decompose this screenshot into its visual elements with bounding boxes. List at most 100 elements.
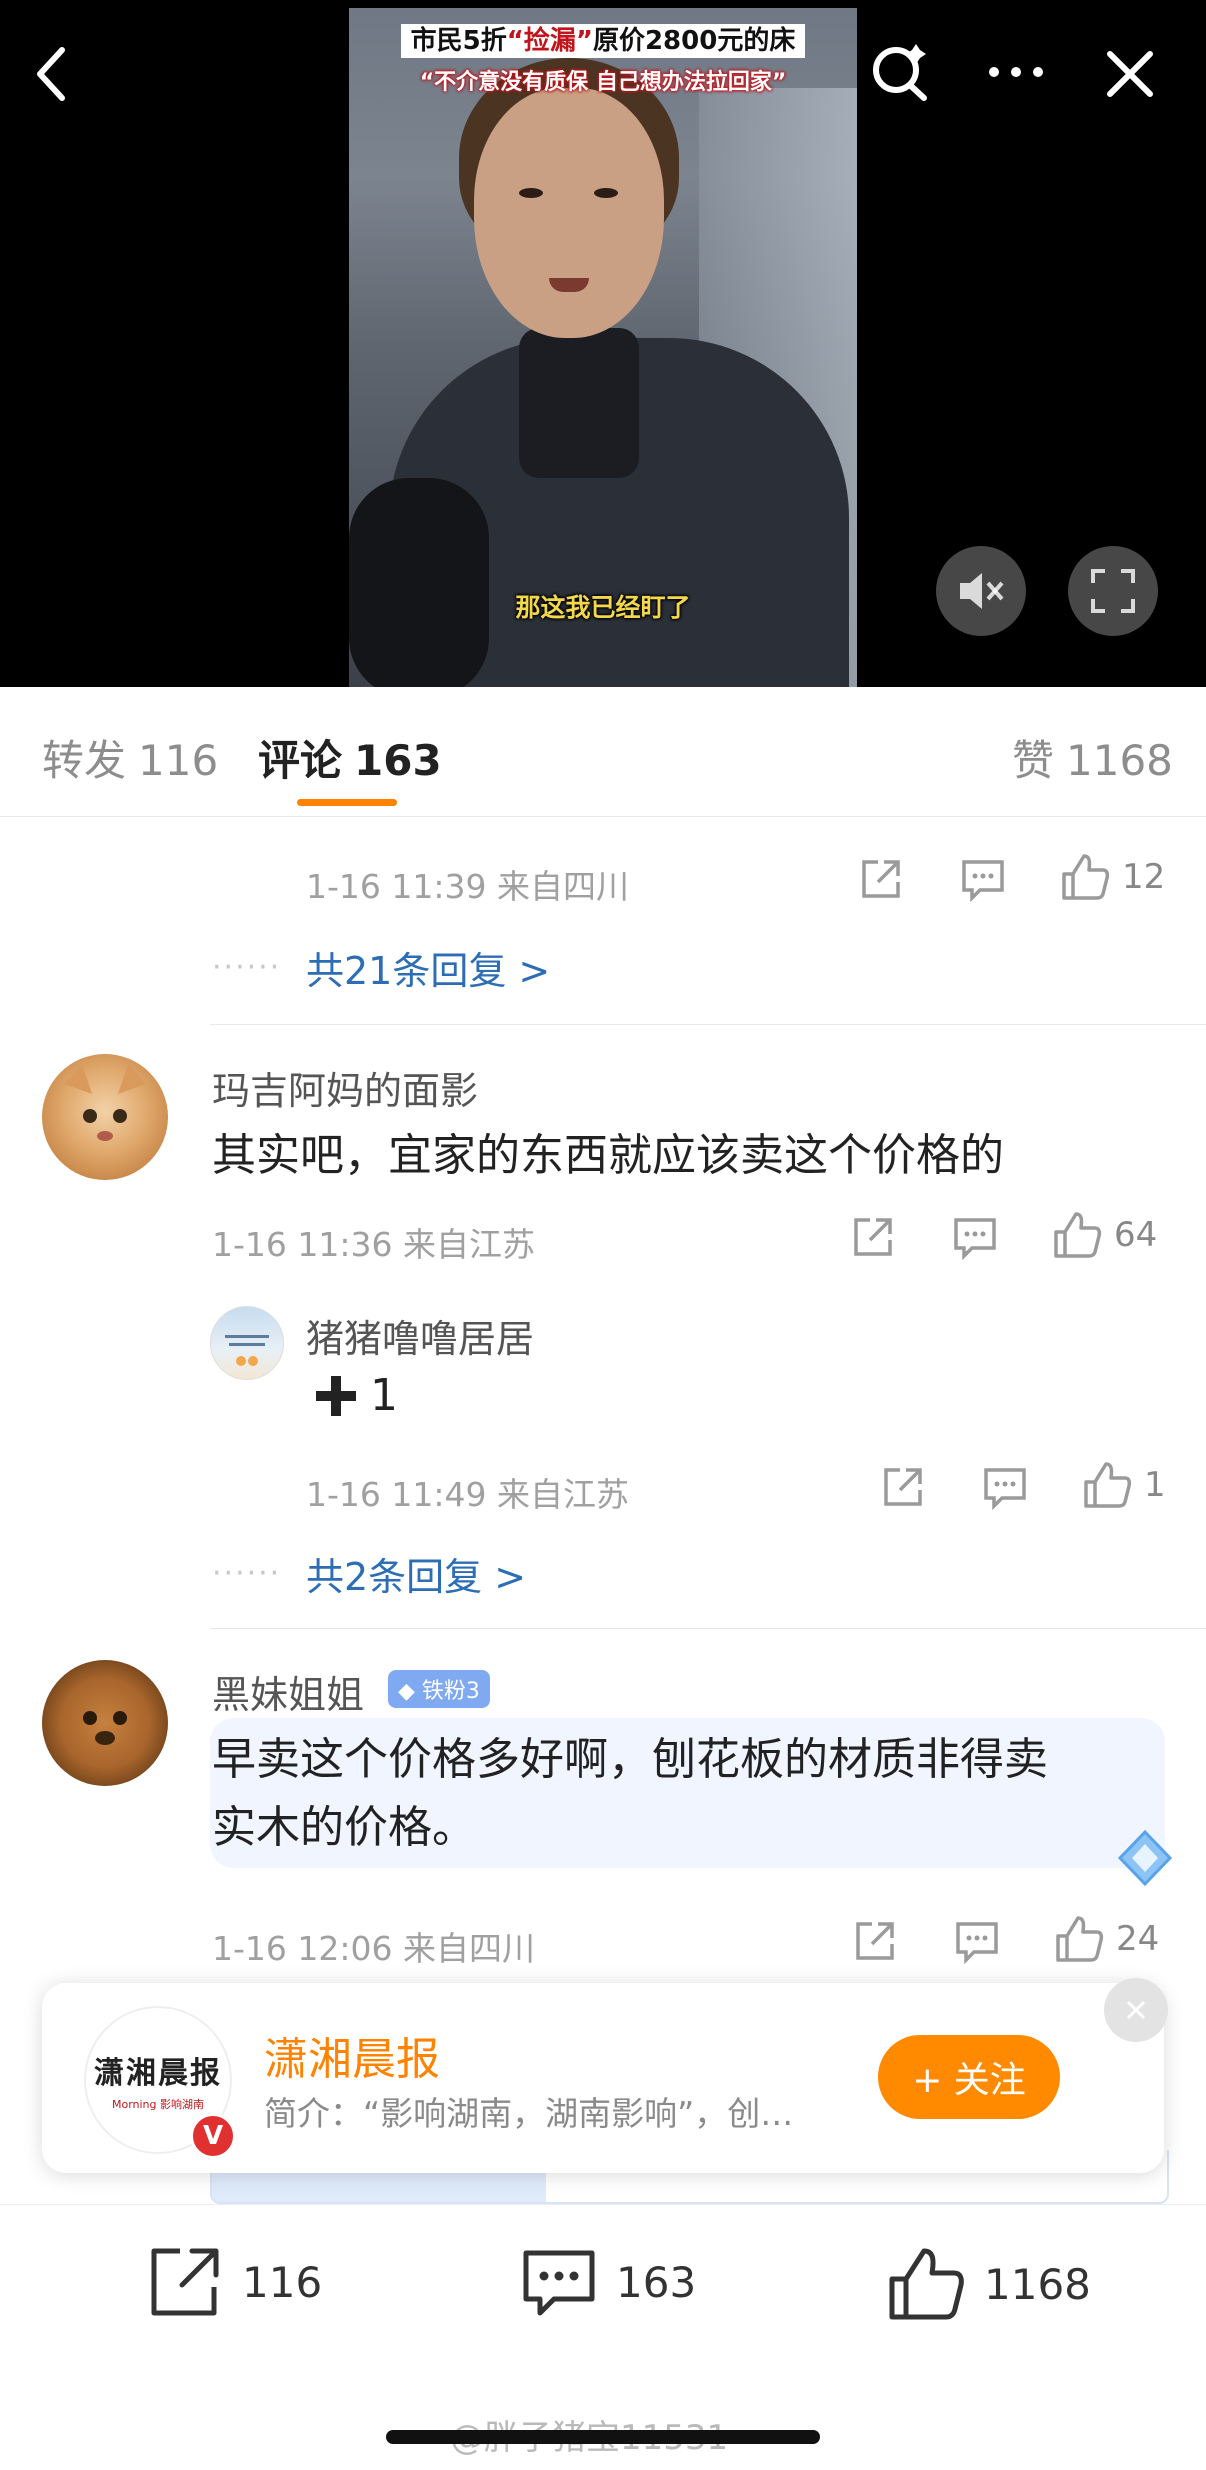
reply-comment-button[interactable]: [982, 1464, 1028, 1510]
comment-text-line: 实木的价格。: [212, 1802, 476, 1853]
comment-meta: 1-16 12:06 来自四川: [212, 1929, 535, 1968]
share-icon: [862, 860, 900, 898]
video-caption: 那这我已经盯了: [515, 593, 691, 622]
comment-button[interactable]: 163: [520, 2245, 696, 2319]
comment-text-line: 早卖这个价格多好啊，刨花板的材质非得卖: [212, 1734, 1048, 1785]
back-button[interactable]: [20, 42, 84, 106]
follow-button[interactable]: + 关注: [878, 2035, 1060, 2119]
divider: [210, 1024, 1206, 1025]
comment-count: 163: [616, 2257, 697, 2307]
close-card-button[interactable]: [1104, 1978, 1168, 2042]
comment-icon: [523, 2250, 595, 2316]
comment-icon: [984, 1468, 1026, 1510]
avatar[interactable]: [42, 1054, 168, 1180]
like-comment-button[interactable]: 12: [1060, 852, 1165, 902]
back-arrow-icon: [37, 47, 65, 101]
like-comment-button[interactable]: 64: [1052, 1210, 1157, 1260]
like-button[interactable]: 1168: [886, 2245, 1091, 2323]
avatar[interactable]: [42, 1660, 168, 1786]
repost-count: 116: [242, 2257, 323, 2307]
like-count: 64: [1114, 1215, 1158, 1255]
like-comment-button[interactable]: 1: [1082, 1460, 1166, 1510]
reply-meta: 1-16 11:49 来自江苏: [306, 1475, 629, 1514]
follow-card[interactable]: 潇湘晨报 Morning 影响湖南 V 潇湘晨报 简介：“影响湖南，湖南影响”，…: [42, 1983, 1164, 2173]
sky-avatar-icon: [225, 1335, 269, 1366]
share-comment-button[interactable]: [880, 1464, 926, 1510]
fan-badge-label: 铁粉3: [421, 1679, 480, 1704]
thumbs-up-icon: [1062, 854, 1110, 900]
repost-icon: [151, 2248, 219, 2316]
active-tab-indicator: [297, 799, 397, 806]
diamond-icon: [1117, 1829, 1173, 1887]
like-count: 1: [1144, 1465, 1166, 1505]
tab-likes[interactable]: 赞 1168: [1012, 727, 1173, 788]
more-replies-dots: ······: [212, 950, 282, 985]
person-face: [474, 88, 664, 338]
reply-comment-button[interactable]: [954, 1918, 1000, 1964]
tab-reposts[interactable]: 转发 116: [42, 727, 218, 788]
like-count: 24: [1116, 1919, 1160, 1959]
share-icon: [854, 1218, 892, 1256]
reply-text-value: 1: [370, 1370, 398, 1421]
thumbs-up-icon: [1054, 1212, 1102, 1258]
close-icon: [1126, 2000, 1146, 2020]
reply-author[interactable]: 猪猪噜噜居居: [306, 1308, 534, 1363]
reply-meta: 1-16 11:39 来自四川: [306, 867, 629, 906]
diamond-decoration: [1112, 1828, 1178, 1892]
view-more-replies-link[interactable]: 共21条回复 >: [306, 940, 550, 995]
thumbs-up-icon: [1056, 1916, 1104, 1962]
like-count: 12: [1122, 857, 1166, 897]
share-comment-button[interactable]: [852, 1918, 898, 1964]
home-indicator[interactable]: [386, 2430, 820, 2444]
view-more-replies-link[interactable]: 共2条回复 >: [306, 1546, 526, 1601]
close-icon: [1107, 51, 1153, 97]
verified-badge-icon: V: [190, 2113, 236, 2159]
thumbs-up-icon: [1084, 1462, 1132, 1508]
video-subtitle: “不介意没有质保 自己想办法拉回家”: [419, 70, 787, 95]
share-icon: [884, 1468, 922, 1506]
account-name[interactable]: 潇湘晨报: [264, 2023, 440, 2087]
mute-button[interactable]: [936, 546, 1026, 636]
comment-icon: [954, 1218, 996, 1260]
bottom-action-bar: 116 163 1168 @胖子猪宝11531: [0, 2204, 1206, 2470]
more-replies-dots: ······: [212, 1556, 282, 1591]
foreground-hand: [349, 478, 489, 687]
tab-comments[interactable]: 评论 163: [258, 727, 442, 788]
share-comment-button[interactable]: [858, 856, 904, 902]
close-button[interactable]: [1098, 42, 1162, 106]
video-player[interactable]: 市民5折“捡漏”原价2800元的床 “不介意没有质保 自己想办法拉回家” 那这我…: [0, 0, 1206, 687]
plus-emoji-icon: [316, 1375, 356, 1416]
thumbs-up-icon: [889, 2248, 964, 2320]
search-icon: [873, 44, 927, 101]
fullscreen-icon: [1091, 569, 1135, 613]
person-collar: [519, 328, 639, 478]
cat-avatar-icon: [64, 1064, 146, 1141]
search-button[interactable]: [868, 40, 932, 104]
mute-icon: [960, 573, 1004, 609]
reply-comment-button[interactable]: [952, 1214, 998, 1260]
comment-author[interactable]: 黑妹姐姐: [212, 1664, 364, 1719]
tab-bar: 转发 116 评论 163 赞 1168: [0, 687, 1206, 817]
video-title: 市民5折“捡漏”原价2800元的床: [349, 20, 857, 58]
share-comment-button[interactable]: [850, 1214, 896, 1260]
dog-avatar-icon: [83, 1711, 127, 1745]
reply-comment-button[interactable]: [960, 856, 1006, 902]
fullscreen-button[interactable]: [1068, 546, 1158, 636]
like-count: 1168: [984, 2259, 1091, 2309]
divider: [0, 816, 1206, 817]
video-frame[interactable]: 市民5折“捡漏”原价2800元的床 “不介意没有质保 自己想办法拉回家” 那这我…: [349, 8, 857, 687]
more-button[interactable]: [984, 40, 1048, 104]
comment-icon: [962, 860, 1004, 902]
share-icon: [856, 1922, 894, 1960]
account-description: 简介：“影响湖南，湖南影响”，创…: [264, 2094, 794, 2133]
avatar[interactable]: [210, 1306, 284, 1380]
comment-meta: 1-16 11:36 来自江苏: [212, 1225, 535, 1264]
more-dots-icon: [989, 67, 1043, 77]
comment-author[interactable]: 玛吉阿妈的面影: [212, 1060, 478, 1115]
fan-badge: ◆ 铁粉3: [388, 1670, 490, 1708]
repost-button[interactable]: 116: [146, 2245, 322, 2319]
like-comment-button[interactable]: 24: [1054, 1914, 1159, 1964]
person-eye: [594, 188, 618, 198]
comment-text: 早卖这个价格多好啊，刨花板的材质非得卖 实木的价格。: [212, 1726, 1048, 1862]
reply-text: 1: [312, 1370, 398, 1421]
